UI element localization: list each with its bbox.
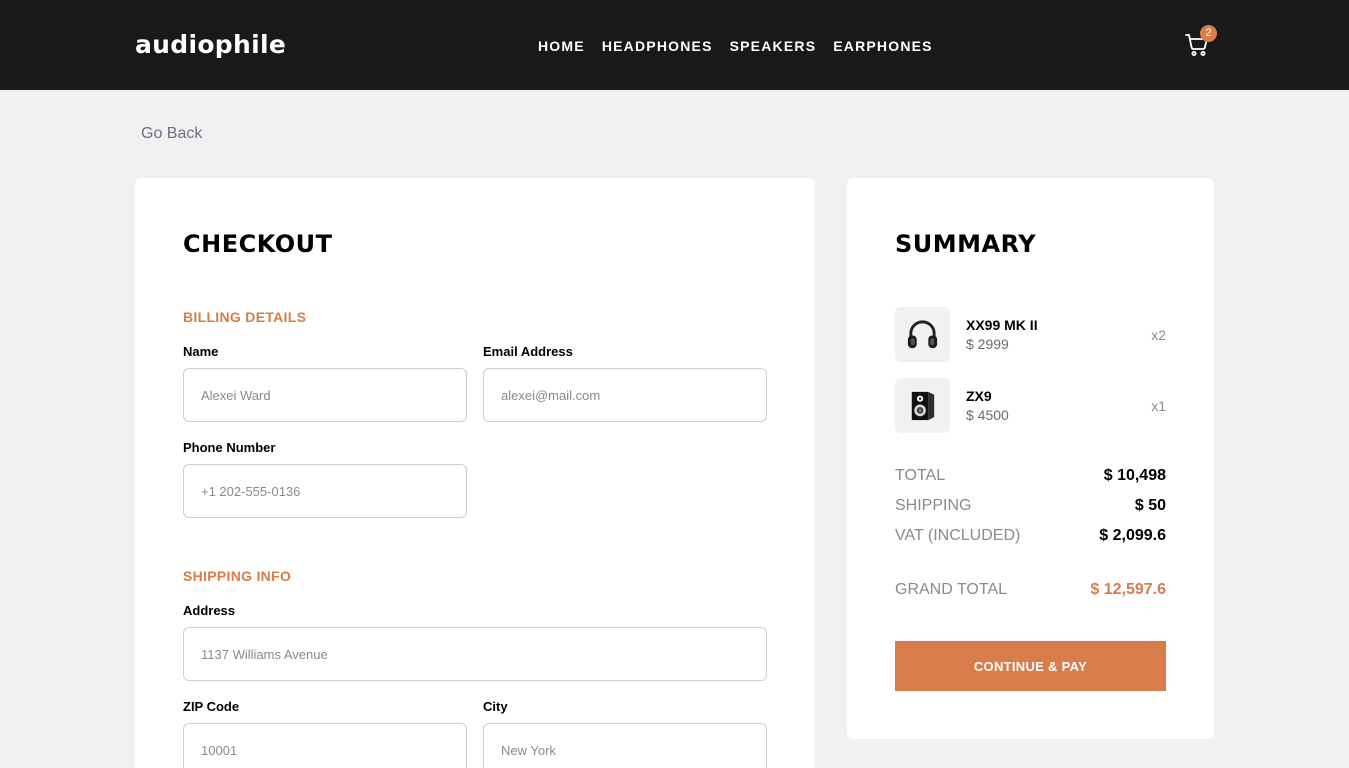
speaker-icon [895, 378, 950, 433]
logo[interactable]: audiophile [135, 30, 286, 59]
headphones-icon [895, 307, 950, 362]
vat-row: VAT (INCLUDED) $ 2,099.6 [895, 527, 1166, 549]
nav-home[interactable]: HOME [538, 38, 585, 54]
site-header: audiophile HOME HEADPHONES SPEAKERS EARP… [0, 0, 1349, 90]
nav-earphones[interactable]: EARPHONES [833, 38, 932, 54]
zip-input[interactable] [183, 723, 467, 768]
item-quantity: x1 [1151, 398, 1166, 414]
name-label: Name [183, 344, 219, 359]
grand-total-label: GRAND TOTAL [895, 581, 1008, 598]
cart-count-badge: 2 [1200, 25, 1217, 42]
city-input[interactable] [483, 723, 767, 768]
email-input[interactable] [483, 368, 767, 422]
vat-value: $ 2,099.6 [1099, 527, 1166, 544]
phone-input[interactable] [183, 464, 467, 518]
checkout-title: CHECKOUT [183, 230, 333, 258]
item-price: $ 2999 [966, 336, 1009, 352]
nav-speakers[interactable]: SPEAKERS [730, 38, 817, 54]
grand-total-row: GRAND TOTAL $ 12,597.6 [895, 581, 1166, 603]
summary-title: SUMMARY [895, 230, 1037, 258]
shipping-value: $ 50 [1134, 497, 1166, 514]
address-input[interactable] [183, 627, 767, 681]
item-quantity: x2 [1151, 327, 1166, 343]
checkout-form-card: CHECKOUT BILLING DETAILS Name Email Addr… [135, 178, 815, 768]
grand-total-value: $ 12,597.6 [1090, 581, 1166, 598]
item-name: ZX9 [966, 388, 992, 404]
email-label: Email Address [483, 344, 573, 359]
total-row: TOTAL $ 10,498 [895, 467, 1166, 489]
shipping-row: SHIPPING $ 50 [895, 497, 1166, 519]
total-label: TOTAL [895, 467, 946, 484]
name-input[interactable] [183, 368, 467, 422]
vat-label: VAT (INCLUDED) [895, 527, 1021, 544]
main-nav: HOME HEADPHONES SPEAKERS EARPHONES [538, 38, 933, 54]
billing-details-heading: BILLING DETAILS [183, 309, 307, 325]
continue-and-pay-button[interactable]: CONTINUE & PAY [895, 641, 1166, 691]
item-price: $ 4500 [966, 407, 1009, 423]
item-name: XX99 MK II [966, 317, 1038, 333]
shipping-info-heading: SHIPPING INFO [183, 568, 292, 584]
total-value: $ 10,498 [1103, 467, 1166, 484]
nav-headphones[interactable]: HEADPHONES [602, 38, 713, 54]
address-label: Address [183, 603, 236, 618]
summary-item: ZX9 $ 4500 x1 [895, 378, 1166, 434]
go-back-link[interactable]: Go Back [141, 125, 202, 143]
shipping-label: SHIPPING [895, 497, 972, 514]
zip-label: ZIP Code [183, 699, 240, 714]
order-summary-card: SUMMARY XX99 MK II $ 2999 x2 ZX9 $ 4500 … [847, 178, 1214, 739]
summary-item: XX99 MK II $ 2999 x2 [895, 307, 1166, 363]
phone-label: Phone Number [183, 440, 276, 455]
city-label: City [483, 699, 508, 714]
